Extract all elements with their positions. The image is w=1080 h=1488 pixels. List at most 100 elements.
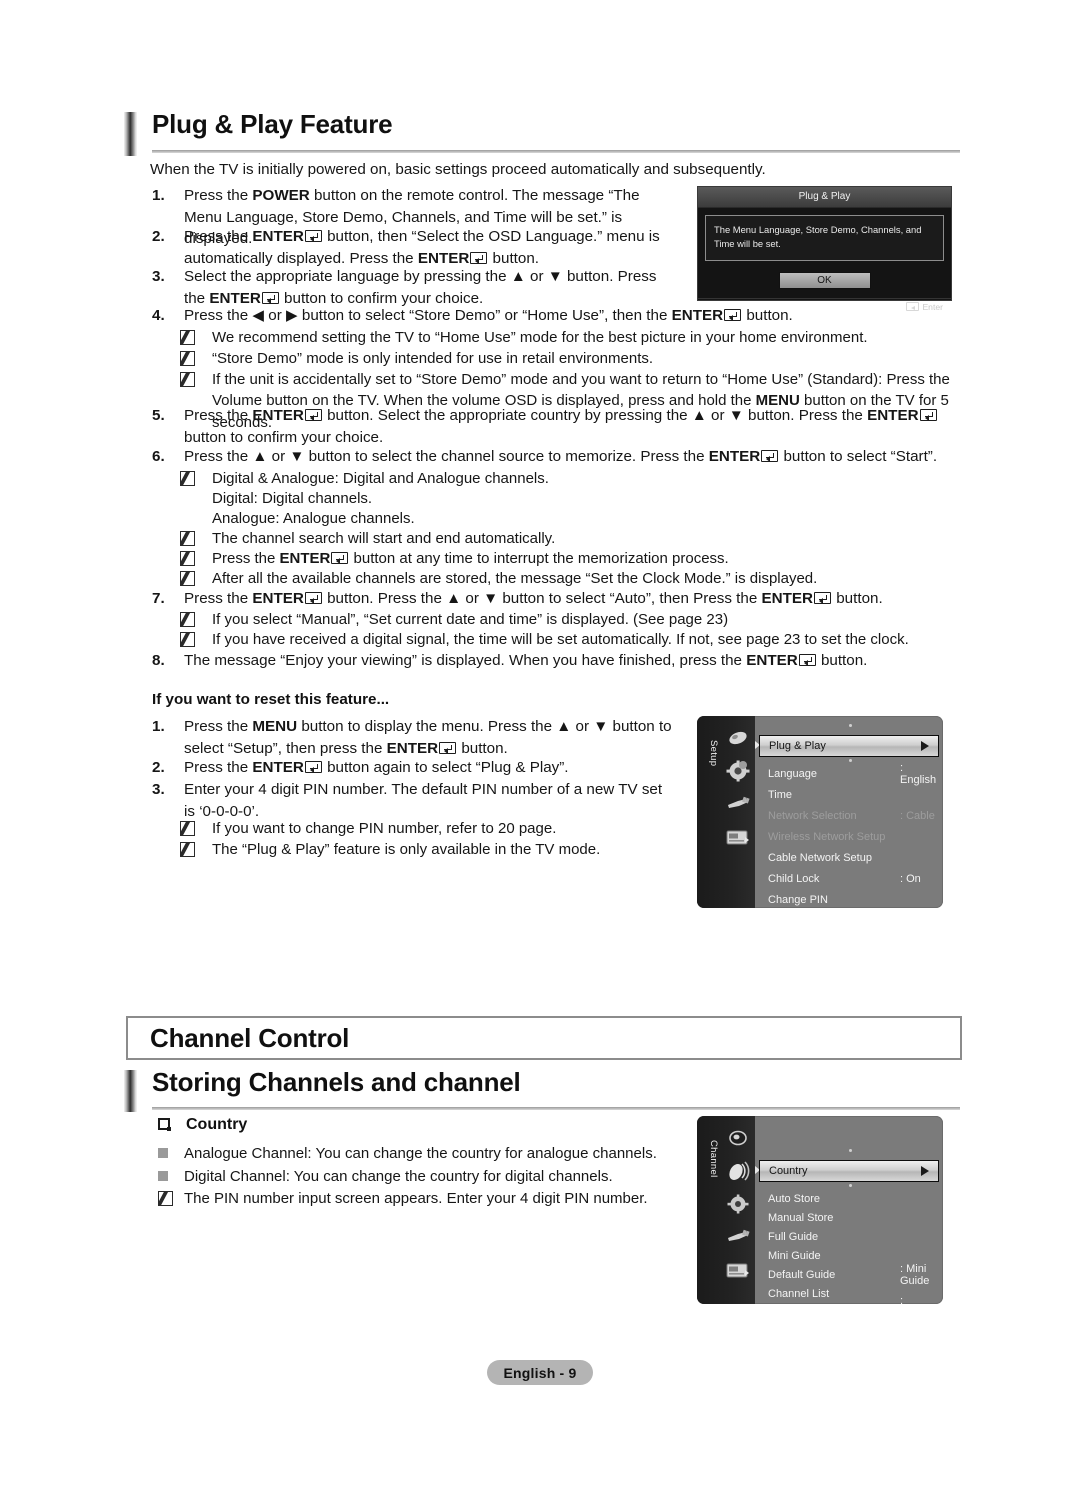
osd-row-label: Network Selection [768,810,857,822]
osd-row-value: : English [900,762,937,786]
osd-ok-row: OK [698,272,951,289]
osd-row-child-lock[interactable]: Child Lock : On [768,869,937,889]
step-number: 3. [152,781,165,798]
step-text: Select the appropriate language by press… [184,268,657,307]
note-text: If you have received a digital signal, t… [212,631,909,648]
step-item: 2. Press the ENTER button again to selec… [152,757,672,779]
osd-row-label: Full Guide [768,1231,819,1243]
picture-icon[interactable] [721,726,755,750]
picture-icon[interactable] [721,1126,755,1150]
filled-square-bullet-icon [158,1148,168,1158]
note-text: Press the ENTER button at any time to in… [212,550,729,567]
step-item: 7. Press the ENTER button. Press the ▲ o… [152,588,952,610]
step-number: 3. [152,268,165,285]
osd-row-label: Child Lock [768,873,820,885]
step-item: 3. Select the appropriate language by pr… [152,266,662,309]
note-item: We recommend setting the TV to “Home Use… [180,327,970,348]
osd-ok-button[interactable]: OK [778,272,871,289]
scroll-up-dot [849,1149,852,1152]
osd-row-label: Language [768,768,817,780]
setup-gear-icon[interactable] [721,1192,755,1216]
square-bullet-icon [158,1118,171,1131]
osd-row-cable-network-setup[interactable]: Cable Network Setup [768,848,937,868]
step-item: 8. The message “Enjoy your viewing” is d… [152,650,952,672]
osd-row-network-selection[interactable]: Network Selection : Cable [768,806,937,826]
osd-setup-rail: Setup [697,716,755,908]
input-plug-icon[interactable] [721,792,755,816]
chevron-right-icon [921,1166,929,1176]
osd-row-manual-store[interactable]: Manual Store [768,1208,937,1228]
note-subline: Digital: Digital channels. [212,490,373,507]
note-item: The channel search will start and end au… [180,528,970,549]
section-title-storing-channels: Storing Channels and channel [152,1067,521,1097]
osd-row-change-pin[interactable]: Change PIN [768,890,937,908]
note-text: We recommend setting the TV to “Home Use… [212,329,868,346]
scroll-down-dot [849,759,852,762]
section-heading-storing-channels: Storing Channels and channel [124,1067,960,1112]
step-text: Press the ENTER button, then “Select the… [184,228,660,267]
step-number: 8. [152,652,165,669]
page-title: Plug & Play Feature [152,109,393,139]
note-pencil-icon [180,330,195,345]
osd-row-channel-mode[interactable]: Channel Mode : Added Ch. [768,1295,937,1304]
setup-gear-icon[interactable] [721,759,755,783]
input-plug-icon[interactable] [721,1225,755,1249]
note-item: If you select “Manual”, “Set current dat… [180,609,970,630]
osd-row-full-guide[interactable]: Full Guide [768,1227,937,1247]
osd-channel-menu: Channel Country Auto Store Manual Store … [697,1116,943,1304]
country-heading-label: Country [186,1116,248,1133]
step-number: 1. [152,718,165,735]
step-text: Press the ENTER button. Select the appro… [184,405,952,448]
osd-row-wireless-network-setup[interactable]: Wireless Network Setup [768,827,937,847]
step-number: 7. [152,590,165,607]
note-text: If you select “Manual”, “Set current dat… [212,611,729,628]
note-item: If you want to change PIN number, refer … [180,818,700,839]
osd-row-selected-country[interactable]: Country [759,1160,939,1182]
step-number: 1. [152,187,165,204]
osd-row-label: Default Guide [768,1269,836,1281]
note-pencil-icon [158,1191,173,1206]
osd-row-label: Time [768,789,793,801]
note-pencil-icon [180,632,195,647]
osd-row-language[interactable]: Language : English [768,762,937,786]
note-pencil-icon [180,551,195,566]
osd-setup-rail-label: Setup [708,740,719,767]
section-heading-channel-control: Channel Control [126,1016,962,1060]
step-item: 4. Press the ◀ or ▶ button to select “St… [152,305,952,327]
note-text: If you want to change PIN number, refer … [212,820,557,837]
osd-row-default-guide[interactable]: Default Guide : Mini Guide [768,1263,937,1287]
step-text: Press the ◀ or ▶ button to select “Store… [184,307,793,324]
note-pencil-icon [180,612,195,627]
manual-page: Plug & Play Feature When the TV is initi… [0,0,1080,1488]
note-pencil-icon [180,842,195,857]
osd-row-selected-plug-and-play[interactable]: Plug & Play [759,735,939,757]
step-number: 4. [152,307,165,324]
osd-row-label: Change PIN [768,894,828,906]
osd-setup-list: Plug & Play Language : English Time Netw… [755,716,943,908]
osd-row-label: Auto Store [768,1193,820,1205]
support-card-icon[interactable] [721,825,755,849]
support-card-icon[interactable] [721,1258,755,1282]
scroll-down-dot [849,1184,852,1187]
step-text: Press the MENU button to display the men… [184,718,672,757]
osd-channel-rail: Channel [697,1116,755,1304]
note-pencil-icon [180,531,195,546]
step-item: 6. Press the ▲ or ▼ button to select the… [152,446,952,468]
channel-antenna-icon[interactable] [721,1159,755,1183]
note-pencil-icon [180,351,195,366]
osd-row-label: Channel List [768,1288,830,1300]
osd-channel-rail-label: Channel [708,1140,719,1178]
osd-plug-and-play-dialog: Plug & Play The Menu Language, Store Dem… [697,186,952,312]
heading-accent-bar [124,112,137,156]
osd-row-time[interactable]: Time [768,785,937,805]
step-number: 2. [152,759,165,776]
note-item: After all the available channels are sto… [180,568,970,589]
step-number: 5. [152,407,165,424]
filled-square-bullet-icon [158,1171,168,1181]
section-title-channel-control: Channel Control [150,1022,350,1053]
osd-channel-icon-column [721,1126,755,1291]
note-text: Digital & Analogue: Digital and Analogue… [212,470,549,487]
step-text: Press the ▲ or ▼ button to select the ch… [184,448,938,465]
page-number-badge: English - 9 [487,1360,593,1385]
osd-row-auto-store[interactable]: Auto Store [768,1189,937,1209]
